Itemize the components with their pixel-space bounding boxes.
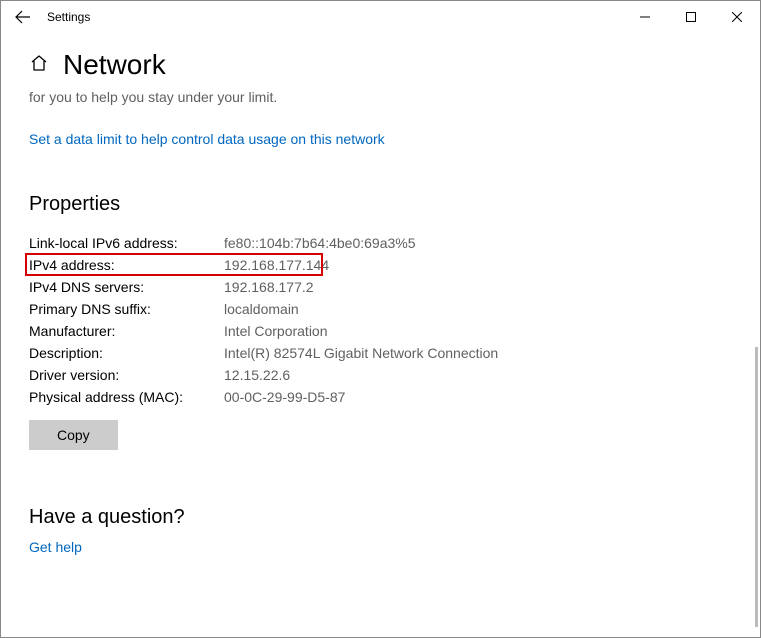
window-title: Settings [47, 10, 90, 24]
page-title: Network [63, 49, 166, 81]
property-value: 00-0C-29-99-D5-87 [224, 389, 345, 405]
property-value: fe80::104b:7b64:4be0:69a3%5 [224, 235, 416, 251]
minimize-icon [640, 12, 650, 22]
close-icon [732, 12, 742, 22]
property-label: Manufacturer: [29, 323, 224, 339]
property-row: Manufacturer:Intel Corporation [29, 320, 732, 342]
property-row: Driver version:12.15.22.6 [29, 364, 732, 386]
property-value: localdomain [224, 301, 299, 317]
data-limit-link[interactable]: Set a data limit to help control data us… [29, 131, 385, 147]
property-label: Link-local IPv6 address: [29, 235, 224, 251]
maximize-icon [686, 12, 696, 22]
property-value: Intel(R) 82574L Gigabit Network Connecti… [224, 345, 498, 361]
close-button[interactable] [714, 1, 760, 33]
property-row: Link-local IPv6 address:fe80::104b:7b64:… [29, 232, 732, 254]
property-label: Physical address (MAC): [29, 389, 224, 405]
property-value: 192.168.177.2 [224, 279, 314, 295]
property-value: 192.168.177.144 [224, 257, 329, 273]
property-value: 12.15.22.6 [224, 367, 290, 383]
property-row: Primary DNS suffix:localdomain [29, 298, 732, 320]
minimize-button[interactable] [622, 1, 668, 33]
content-area: for you to help you stay under your limi… [1, 87, 760, 627]
property-label: Primary DNS suffix: [29, 301, 224, 317]
page-header: Network [1, 33, 760, 87]
properties-list: Link-local IPv6 address:fe80::104b:7b64:… [29, 232, 732, 408]
home-icon [29, 53, 49, 78]
maximize-button[interactable] [668, 1, 714, 33]
property-value: Intel Corporation [224, 323, 328, 339]
property-label: IPv4 address: [29, 257, 224, 273]
arrow-left-icon [15, 9, 31, 25]
get-help-link[interactable]: Get help [29, 539, 82, 555]
window-controls [622, 1, 760, 33]
truncated-text: for you to help you stay under your limi… [29, 89, 732, 105]
properties-heading: Properties [29, 193, 732, 216]
copy-button[interactable]: Copy [29, 420, 118, 450]
property-label: IPv4 DNS servers: [29, 279, 224, 295]
property-label: Driver version: [29, 367, 224, 383]
back-button[interactable] [7, 1, 39, 33]
titlebar: Settings [1, 1, 760, 33]
question-heading: Have a question? [29, 506, 732, 529]
property-row: Description:Intel(R) 82574L Gigabit Netw… [29, 342, 732, 364]
property-label: Description: [29, 345, 224, 361]
property-row: IPv4 address:192.168.177.144 [29, 254, 732, 276]
property-row: Physical address (MAC):00-0C-29-99-D5-87 [29, 386, 732, 408]
scrollbar[interactable] [755, 347, 758, 627]
property-row: IPv4 DNS servers:192.168.177.2 [29, 276, 732, 298]
